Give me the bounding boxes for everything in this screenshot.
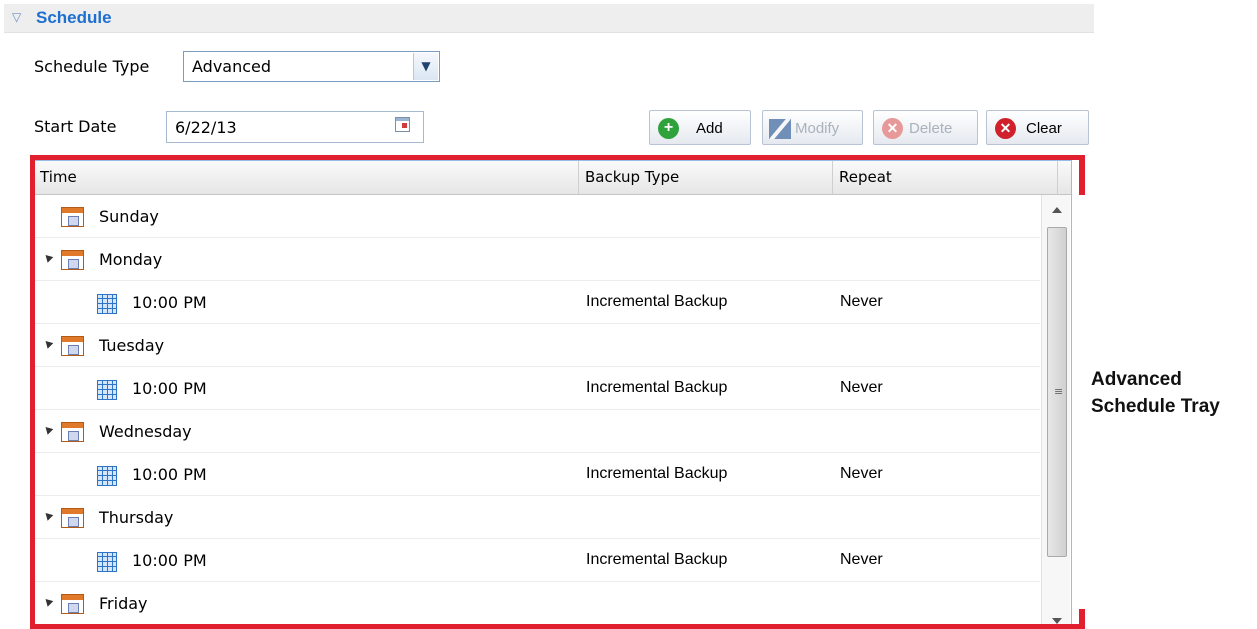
schedule-grid-icon xyxy=(97,294,117,314)
expand-toggle-icon[interactable] xyxy=(42,510,54,521)
scroll-down-arrow-icon[interactable] xyxy=(1052,618,1062,624)
calendar-day-icon xyxy=(61,594,84,614)
table-row[interactable]: 10:00 PM Incremental Backup Never xyxy=(34,453,1040,496)
clear-button[interactable]: ✕ Clear xyxy=(986,110,1089,145)
column-header-time[interactable]: Time xyxy=(34,161,579,194)
day-label: Thursday xyxy=(99,508,174,527)
table-row-thursday[interactable]: Thursday xyxy=(34,496,1040,539)
start-date-field[interactable]: 6/22/13 xyxy=(166,111,424,143)
backup-type-cell: Incremental Backup xyxy=(586,465,728,482)
schedule-grid-icon xyxy=(97,466,117,486)
schedule-type-value: Advanced xyxy=(192,57,272,76)
callout-line-2: Schedule Tray xyxy=(1091,396,1220,417)
callout-label: Advanced Schedule Tray xyxy=(1091,366,1220,420)
start-date-value: 6/22/13 xyxy=(175,118,237,137)
day-label: Friday xyxy=(99,594,148,613)
table-row-tuesday[interactable]: Tuesday xyxy=(34,324,1040,367)
grid-header: Time Backup Type Repeat xyxy=(34,161,1071,195)
table-row[interactable]: 10:00 PM Incremental Backup Never xyxy=(34,281,1040,324)
calendar-day-icon xyxy=(61,207,84,227)
column-header-backup-type[interactable]: Backup Type xyxy=(579,161,833,194)
table-row[interactable]: 10:00 PM Incremental Backup Never xyxy=(34,367,1040,410)
calendar-day-icon xyxy=(61,508,84,528)
start-date-label: Start Date xyxy=(34,117,117,136)
time-cell: 10:00 PM xyxy=(132,379,207,398)
grid-body: Sunday Monday 10:00 PM Incremental Backu… xyxy=(34,195,1040,624)
backup-type-cell: Incremental Backup xyxy=(586,551,728,568)
repeat-cell: Never xyxy=(840,551,883,568)
schedule-grid-icon xyxy=(97,380,117,400)
schedule-type-select[interactable]: Advanced ▼ xyxy=(183,51,440,82)
table-row-friday[interactable]: Friday xyxy=(34,582,1040,624)
table-row-wednesday[interactable]: Wednesday xyxy=(34,410,1040,453)
day-label: Wednesday xyxy=(99,422,192,441)
expand-toggle-icon[interactable] xyxy=(42,596,54,607)
highlight-frame-right-top xyxy=(1079,155,1085,195)
schedule-type-label: Schedule Type xyxy=(34,57,150,76)
table-row-sunday[interactable]: Sunday xyxy=(34,195,1040,238)
callout-line-1: Advanced xyxy=(1091,369,1182,390)
modify-button-label: Modify xyxy=(795,120,840,137)
delete-button-label: Delete xyxy=(909,120,953,137)
clear-button-label: Clear xyxy=(1026,120,1062,137)
table-row-monday[interactable]: Monday xyxy=(34,238,1040,281)
calendar-picker-icon[interactable] xyxy=(395,117,410,132)
calendar-day-icon xyxy=(61,250,84,270)
table-row[interactable]: 10:00 PM Incremental Backup Never xyxy=(34,539,1040,582)
clear-x-icon: ✕ xyxy=(995,118,1016,139)
pencil-icon xyxy=(769,119,791,139)
section-title: Schedule xyxy=(36,8,112,27)
collapse-triangle-icon[interactable]: ▽ xyxy=(12,10,21,24)
backup-type-cell: Incremental Backup xyxy=(586,379,728,396)
chevron-down-icon[interactable]: ▼ xyxy=(413,53,438,80)
advanced-schedule-grid: Time Backup Type Repeat Sunday Monday 10… xyxy=(33,160,1072,625)
schedule-section-header[interactable]: ▽ Schedule xyxy=(4,4,1094,33)
highlight-frame-right-bottom xyxy=(1079,609,1085,629)
scroll-up-arrow-icon[interactable] xyxy=(1052,207,1062,213)
plus-icon: + xyxy=(658,118,679,139)
day-label: Tuesday xyxy=(99,336,165,355)
time-cell: 10:00 PM xyxy=(132,465,207,484)
expand-toggle-icon[interactable] xyxy=(42,424,54,435)
backup-type-cell: Incremental Backup xyxy=(586,293,728,310)
scrollbar-thumb[interactable]: ≡ xyxy=(1047,227,1067,557)
repeat-cell: Never xyxy=(840,465,883,482)
time-cell: 10:00 PM xyxy=(132,551,207,570)
calendar-day-icon xyxy=(61,422,84,442)
add-button-label: Add xyxy=(696,120,723,137)
column-header-repeat[interactable]: Repeat xyxy=(833,161,1058,194)
repeat-cell: Never xyxy=(840,379,883,396)
delete-x-icon: ✕ xyxy=(882,118,903,139)
expand-toggle-icon[interactable] xyxy=(42,338,54,349)
time-cell: 10:00 PM xyxy=(132,293,207,312)
expand-toggle-icon[interactable] xyxy=(42,252,54,263)
add-button[interactable]: + Add xyxy=(649,110,751,145)
day-label: Monday xyxy=(99,250,163,269)
schedule-grid-icon xyxy=(97,552,117,572)
calendar-day-icon xyxy=(61,336,84,356)
modify-button[interactable]: Modify xyxy=(762,110,863,145)
vertical-scrollbar[interactable]: ≡ xyxy=(1041,195,1070,624)
grip-icon: ≡ xyxy=(1054,385,1064,398)
repeat-cell: Never xyxy=(840,293,883,310)
delete-button[interactable]: ✕ Delete xyxy=(873,110,978,145)
day-label: Sunday xyxy=(99,207,159,226)
